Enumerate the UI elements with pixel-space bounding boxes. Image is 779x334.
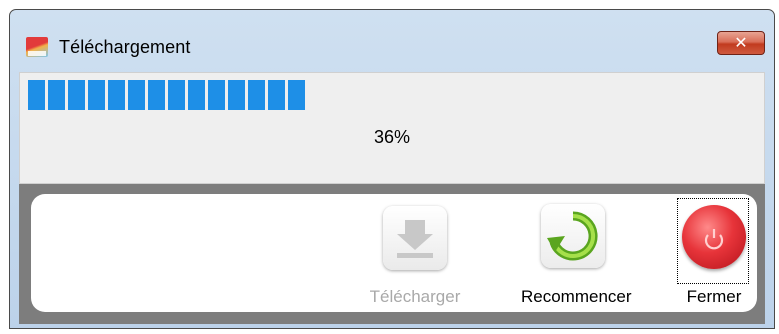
download-button[interactable]: Télécharger (370, 194, 460, 312)
close-button[interactable]: Fermer (677, 194, 751, 312)
toolbar-frame: Télécharger Recommencer Fermer (19, 184, 765, 324)
close-button-label: Fermer (686, 287, 742, 306)
app-logo-icon (26, 37, 48, 57)
download-window: Téléchargement ✕ 36% Télécharger Recomme… (9, 9, 775, 329)
progress-bar (28, 80, 756, 110)
restart-button[interactable]: Recommencer (521, 194, 632, 312)
close-window-button[interactable]: ✕ (717, 31, 765, 55)
power-icon (682, 205, 746, 269)
progress-percent-label: 36% (373, 127, 411, 147)
progress-bar-fill (28, 80, 305, 110)
restart-button-label: Recommencer (521, 287, 632, 306)
download-button-label: Télécharger (369, 287, 461, 306)
progress-panel: 36% (19, 72, 765, 184)
refresh-icon (541, 204, 605, 268)
action-toolbar: Télécharger Recommencer Fermer (31, 194, 757, 312)
window-title: Téléchargement (59, 37, 191, 57)
download-icon (383, 206, 447, 270)
title-bar[interactable]: Téléchargement ✕ (10, 10, 774, 72)
